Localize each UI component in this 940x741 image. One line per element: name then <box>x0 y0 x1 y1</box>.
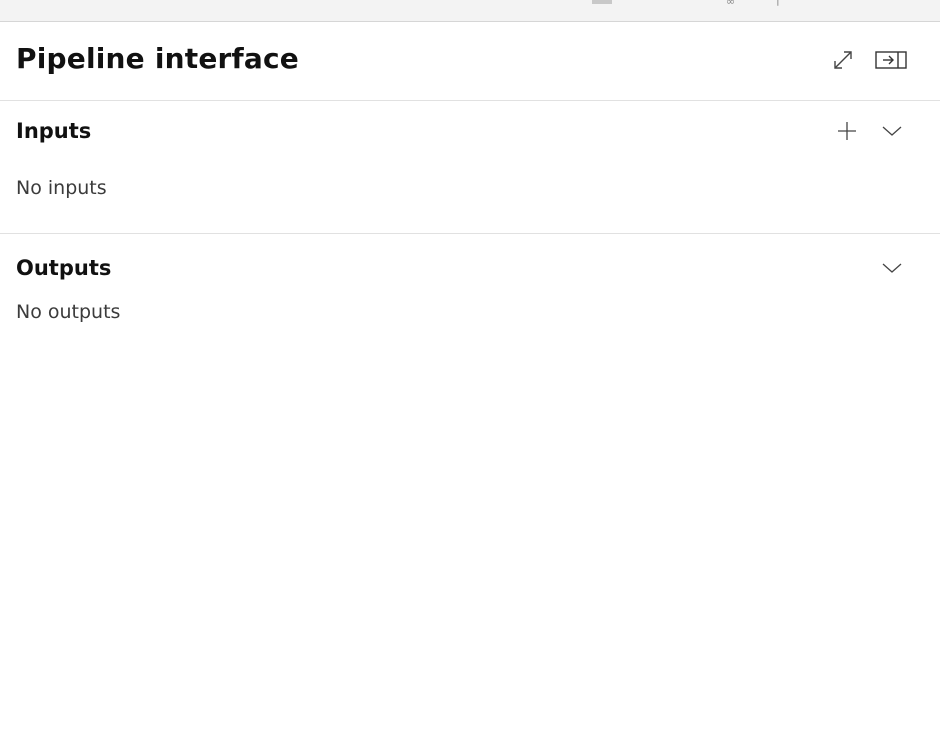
outputs-empty-text: No outputs <box>16 301 121 323</box>
toolbar-icon-partial[interactable]: | <box>776 0 780 5</box>
inputs-collapse-button[interactable] <box>875 114 909 148</box>
panel-header: Pipeline interface <box>0 22 940 101</box>
inputs-title: Inputs <box>16 119 92 143</box>
dock-panel-icon <box>875 51 907 69</box>
pipeline-interface-panel: Pipeline interface Inputs No inputs Outp… <box>0 22 940 741</box>
add-input-button[interactable] <box>830 114 864 148</box>
outputs-collapse-button[interactable] <box>875 251 909 285</box>
toolbar-icon-partial[interactable]: ∞ <box>726 0 735 7</box>
outputs-section: Outputs No outputs <box>0 234 940 354</box>
inputs-empty-text: No inputs <box>16 177 107 199</box>
expand-icon <box>834 51 852 69</box>
chevron-down-icon <box>882 263 902 273</box>
top-toolbar-strip: ∞ | <box>0 0 940 22</box>
panel-title: Pipeline interface <box>16 42 299 75</box>
chevron-down-icon <box>882 126 902 136</box>
expand-button[interactable] <box>826 43 860 77</box>
plus-icon <box>838 122 856 140</box>
inputs-section: Inputs No inputs <box>0 101 940 234</box>
outputs-title: Outputs <box>16 256 112 280</box>
dock-panel-button[interactable] <box>874 43 908 77</box>
toolbar-icon-partial[interactable] <box>592 0 612 4</box>
